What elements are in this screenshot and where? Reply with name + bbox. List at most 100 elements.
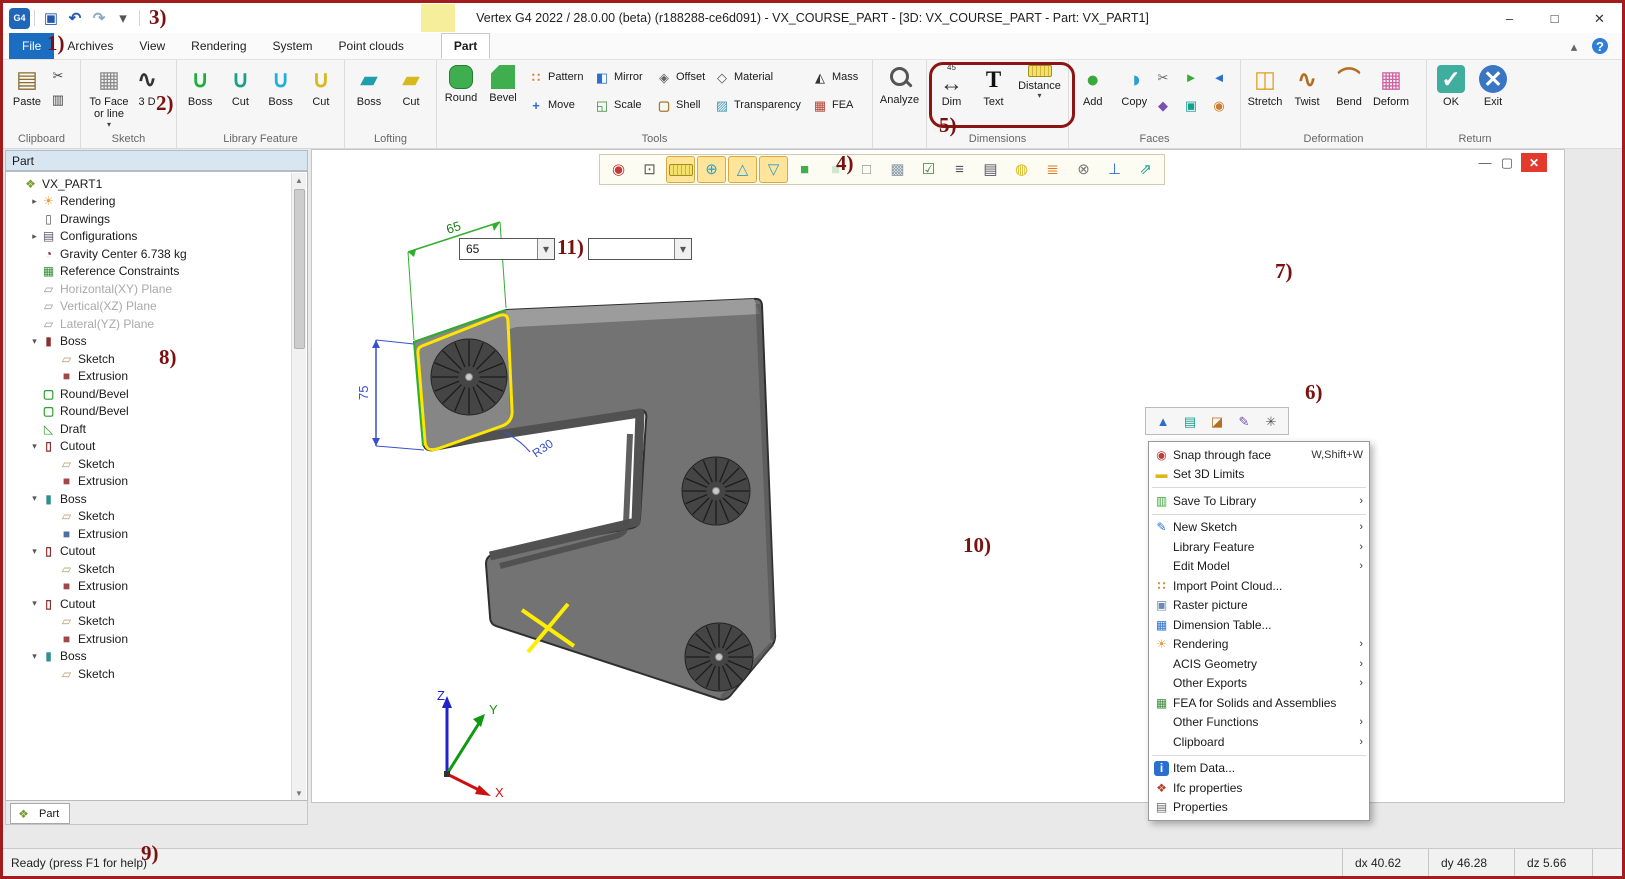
tree-item-round-bevel[interactable]: ▢Round/Bevel	[6, 385, 307, 403]
menu-file[interactable]: File	[9, 33, 54, 59]
menu-rendering[interactable]: Rendering	[178, 33, 259, 59]
menu-item-other-functions[interactable]: Other Functions›	[1149, 713, 1369, 733]
snap-int-button[interactable]: ▽	[759, 156, 788, 183]
tree-item-sketch[interactable]: ▱Sketch	[6, 665, 307, 683]
face-tgt-icon[interactable]: ◉	[1211, 97, 1227, 113]
tree-expander-icon[interactable]: ▾	[28, 651, 41, 662]
menu-item-set-3d-limits[interactable]: ▬Set 3D Limits	[1149, 465, 1369, 485]
offset-button[interactable]: ◈ Offset	[654, 67, 708, 87]
scroll-down-icon[interactable]: ▼	[292, 786, 306, 801]
tree-item-boss[interactable]: ▾▮Boss	[6, 490, 307, 508]
tab-part[interactable]: Part	[441, 33, 490, 59]
tree-expander-icon[interactable]: ▾	[28, 546, 41, 557]
help-icon[interactable]: ?	[1592, 38, 1608, 54]
tree-item-configurations[interactable]: ▸▤Configurations	[6, 228, 307, 246]
tree-item-sketch[interactable]: ▱Sketch	[6, 560, 307, 578]
scroll-up-icon[interactable]: ▲	[292, 173, 306, 188]
redo-icon[interactable]: ↷	[87, 7, 111, 29]
viewport-close-button[interactable]: ✕	[1521, 153, 1547, 172]
move-button[interactable]: + Move	[526, 95, 588, 115]
tree-item-extrusion[interactable]: ■Extrusion	[6, 525, 307, 543]
axis-button[interactable]: ⊥	[1100, 156, 1129, 183]
tree-expander-icon[interactable]: ▾	[28, 598, 41, 609]
loft-boss-button[interactable]: ▰ Boss	[348, 63, 390, 110]
vruler-button[interactable]	[666, 156, 695, 183]
tree-item-vx-part1[interactable]: ❖VX_PART1	[6, 175, 307, 193]
export-button[interactable]: ⇗	[1131, 156, 1160, 183]
frame-button[interactable]: ⊡	[635, 156, 664, 183]
cut-icon[interactable]: ✂	[50, 67, 66, 83]
menu-point-clouds[interactable]: Point clouds	[326, 33, 417, 59]
close-button[interactable]: ✕	[1577, 4, 1622, 33]
box-check-button[interactable]: ☑	[914, 156, 943, 183]
tree-expander-icon[interactable]: ▾	[28, 336, 41, 347]
menu-item-edit-model[interactable]: Edit Model›	[1149, 557, 1369, 577]
tree-item-round-bevel[interactable]: ▢Round/Bevel	[6, 403, 307, 421]
mass-button[interactable]: ◭ Mass	[810, 67, 862, 87]
twist-button[interactable]: ∿ Twist	[1286, 63, 1328, 110]
box-green-button[interactable]: ■	[790, 156, 819, 183]
tree-item-boss[interactable]: ▾▮Boss	[6, 333, 307, 351]
menu-item-ifc-properties[interactable]: ❖Ifc properties	[1149, 778, 1369, 798]
undo-icon[interactable]: ↶	[63, 7, 87, 29]
library-boss-button[interactable]: ∪ Boss	[180, 63, 220, 110]
tree-expander-icon[interactable]: ▸	[28, 196, 41, 207]
delete-button[interactable]: ⊗	[1069, 156, 1098, 183]
menu-item-clipboard[interactable]: Clipboard›	[1149, 732, 1369, 752]
sketch-3d-button[interactable]: ∿ 3 D	[134, 63, 160, 110]
shell-button[interactable]: ▢ Shell	[654, 95, 708, 115]
menu-system[interactable]: System	[260, 33, 326, 59]
tree-item-lateral-yz-plane[interactable]: ▱Lateral(YZ) Plane	[6, 315, 307, 333]
face-diam-icon[interactable]: ◆	[1155, 97, 1171, 113]
menu-item-new-sketch[interactable]: ✎New Sketch›	[1149, 518, 1369, 538]
distance-button[interactable]: Distance ▾	[1015, 63, 1065, 102]
menu-item-import-point-cloud-[interactable]: ∷Import Point Cloud...	[1149, 576, 1369, 596]
quickbar-dropdown-icon[interactable]: ▾	[111, 7, 135, 29]
copy-icon[interactable]: ▥	[50, 91, 66, 107]
scale-button[interactable]: ◱ Scale	[592, 95, 650, 115]
tree-item-sketch[interactable]: ▱Sketch	[6, 613, 307, 631]
tree-item-sketch[interactable]: ▱Sketch	[6, 508, 307, 526]
snap-mid-button[interactable]: △	[728, 156, 757, 183]
tree-item-rendering[interactable]: ▸☀Rendering	[6, 193, 307, 211]
menu-item-library-feature[interactable]: Library Feature›	[1149, 537, 1369, 557]
copy-face-button[interactable]: ◑ Copy	[1114, 63, 1156, 110]
deform-button[interactable]: ▦ Deform	[1370, 63, 1412, 110]
menu-item-raster-picture[interactable]: ▣Raster picture	[1149, 596, 1369, 616]
paste-button[interactable]: ▤ Paste	[6, 63, 48, 110]
chevron-down-icon[interactable]: ▾	[537, 239, 554, 259]
ok-button[interactable]: ✓ OK	[1430, 63, 1472, 110]
menu-item-fea-for-solids-and-assemblies[interactable]: ▦FEA for Solids and Assemblies	[1149, 693, 1369, 713]
value-dropdown-2[interactable]: ▾	[588, 238, 692, 260]
menu-item-save-to-library[interactable]: ▥Save To Library›	[1149, 491, 1369, 511]
menu-item-rendering[interactable]: ☀Rendering›	[1149, 635, 1369, 655]
menu-item-properties[interactable]: ▤Properties	[1149, 798, 1369, 818]
tree-item-extrusion[interactable]: ■Extrusion	[6, 368, 307, 386]
viewport-restore-button[interactable]: ▢	[1499, 155, 1515, 171]
tree-item-sketch[interactable]: ▱Sketch	[6, 350, 307, 368]
layers-button[interactable]: ≣	[1038, 156, 1067, 183]
stretch-button[interactable]: ◫ Stretch	[1244, 63, 1286, 110]
tree-item-drawings[interactable]: ▯Drawings	[6, 210, 307, 228]
tree-expander-icon[interactable]: ▾	[28, 441, 41, 452]
face-back-icon[interactable]: ◄	[1211, 69, 1227, 85]
loft-cut-button[interactable]: ▰ Cut	[390, 63, 432, 110]
box-shaded-button[interactable]: ▩	[883, 156, 912, 183]
cx-analyze-button[interactable]: ▲	[1151, 409, 1175, 433]
viewport-minimize-button[interactable]: —	[1477, 155, 1493, 171]
minimize-button[interactable]: –	[1487, 4, 1532, 33]
tree-item-cutout[interactable]: ▾▯Cutout	[6, 438, 307, 456]
dim-button[interactable]: 45↔ Dim	[931, 63, 973, 110]
save-icon[interactable]: ▣	[39, 7, 63, 29]
tree-item-reference-constraints[interactable]: ▦Reference Constraints	[6, 263, 307, 281]
scrollbar-thumb[interactable]	[294, 189, 305, 349]
face-fwd-icon[interactable]: ►	[1183, 69, 1199, 85]
menu-item-acis-geometry[interactable]: ACIS Geometry›	[1149, 654, 1369, 674]
exit-button[interactable]: ✕ Exit	[1472, 63, 1514, 110]
sheets-button[interactable]: ▤	[976, 156, 1005, 183]
collapse-ribbon-icon[interactable]: ▴	[1566, 38, 1582, 54]
fea-button[interactable]: ▦ FEA	[810, 95, 862, 115]
menu-item-dimension-table-[interactable]: ▦Dimension Table...	[1149, 615, 1369, 635]
cx-folder-button[interactable]: ▤	[1178, 409, 1202, 433]
box-outline-button[interactable]: □	[852, 156, 881, 183]
